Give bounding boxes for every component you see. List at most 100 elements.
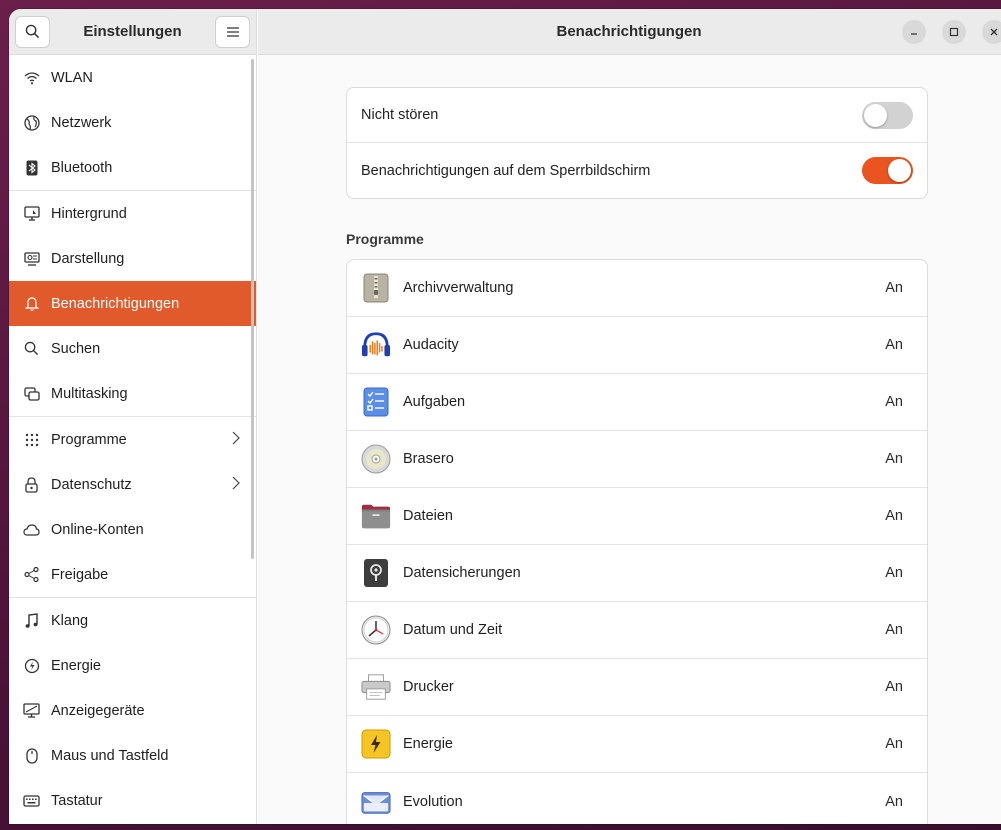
wifi-icon (23, 69, 40, 86)
hamburger-icon (226, 26, 239, 37)
app-status: An (885, 793, 903, 810)
app-name: Archivverwaltung (403, 280, 514, 296)
bell-icon (23, 295, 40, 312)
lock-screen-notifications-toggle[interactable] (862, 157, 913, 184)
sidebar-item-programme[interactable]: Programme (9, 417, 256, 462)
app-status: An (885, 736, 903, 752)
maximize-button[interactable] (942, 20, 966, 44)
sidebar-item-suchen[interactable]: Suchen (9, 326, 256, 371)
search-icon (23, 340, 40, 357)
do-not-disturb-row[interactable]: Nicht stören (347, 88, 927, 143)
app-row-audacity[interactable]: Audacity An (347, 317, 927, 374)
sidebar-list: WLAN Netzwerk Bluetooth Hintergrund Dars… (9, 55, 256, 823)
sidebar: Einstellungen WLAN Netzwerk Bluetooth Hi… (9, 9, 257, 824)
sidebar-item-label: Netzwerk (51, 114, 112, 131)
sidebar-item-tastatur[interactable]: Tastatur (9, 778, 256, 823)
sidebar-item-label: Datenschutz (51, 476, 132, 493)
section-title-programme: Programme (346, 231, 424, 247)
app-name: Energie (403, 736, 453, 752)
app-notifications-list: Archivverwaltung An Audacity An Aufgaben… (346, 259, 928, 824)
music-note-icon (23, 612, 40, 629)
app-row-aufgaben[interactable]: Aufgaben An (347, 374, 927, 431)
app-row-energie[interactable]: Energie An (347, 716, 927, 773)
chevron-right-icon (232, 431, 240, 449)
notification-toggles-card: Nicht stören Benachrichtigungen auf dem … (346, 87, 928, 199)
page-title: Benachrichtigungen (556, 23, 702, 40)
sidebar-item-online-konten[interactable]: Online-Konten (9, 507, 256, 552)
lock-screen-notifications-label: Benachrichtigungen auf dem Sperrbildschi… (361, 162, 651, 179)
sidebar-item-label: Online-Konten (51, 521, 144, 538)
app-row-evolution[interactable]: Evolution An (347, 773, 927, 824)
app-row-brasero[interactable]: Brasero An (347, 431, 927, 488)
mouse-icon (23, 747, 40, 764)
lock-icon (23, 476, 40, 493)
sidebar-item-anzeigegeraete[interactable]: Anzeigegeräte (9, 688, 256, 733)
do-not-disturb-toggle[interactable] (862, 102, 913, 129)
app-status: An (885, 394, 903, 410)
sidebar-header: Einstellungen (9, 9, 256, 55)
sidebar-item-benachrichtigungen[interactable]: Benachrichtigungen (9, 281, 256, 326)
energy-icon (361, 729, 391, 759)
display-icon (23, 702, 40, 719)
settings-window: Einstellungen WLAN Netzwerk Bluetooth Hi… (9, 9, 1001, 824)
sidebar-item-netzwerk[interactable]: Netzwerk (9, 100, 256, 145)
sidebar-item-label: Energie (51, 657, 101, 674)
files-icon (361, 501, 391, 531)
sidebar-scrollbar[interactable] (251, 59, 254, 559)
appearance-icon (23, 250, 40, 267)
app-row-archivverwaltung[interactable]: Archivverwaltung An (347, 260, 927, 317)
sidebar-item-label: Klang (51, 612, 89, 629)
sidebar-item-label: Programme (51, 431, 127, 448)
menu-button[interactable] (215, 15, 250, 48)
sidebar-item-maus-tastfeld[interactable]: Maus und Tastfeld (9, 733, 256, 778)
search-icon (25, 24, 40, 39)
power-icon (23, 657, 40, 674)
sidebar-item-klang[interactable]: Klang (9, 598, 256, 643)
sidebar-item-label: Tastatur (51, 792, 103, 809)
app-row-dateien[interactable]: Dateien An (347, 488, 927, 545)
search-button[interactable] (15, 15, 50, 48)
app-name: Datensicherungen (403, 565, 521, 581)
sidebar-item-datenschutz[interactable]: Datenschutz (9, 462, 256, 507)
sidebar-item-energie[interactable]: Energie (9, 643, 256, 688)
sidebar-item-label: Multitasking (51, 385, 128, 402)
app-row-datum-zeit[interactable]: Datum und Zeit An (347, 602, 927, 659)
keyboard-icon (23, 792, 40, 809)
sidebar-item-label: Maus und Tastfeld (51, 747, 169, 764)
sidebar-item-label: Freigabe (51, 566, 109, 583)
main-panel: Benachrichtigungen Nicht stören Benachri… (258, 9, 1001, 824)
sidebar-item-wlan[interactable]: WLAN (9, 55, 256, 100)
app-name: Dateien (403, 508, 453, 524)
app-name: Evolution (403, 793, 463, 810)
share-icon (23, 566, 40, 583)
app-row-datensicherungen[interactable]: Datensicherungen An (347, 545, 927, 602)
app-status: An (885, 280, 903, 296)
cloud-icon (23, 521, 40, 538)
app-status: An (885, 451, 903, 467)
sidebar-item-bluetooth[interactable]: Bluetooth (9, 145, 256, 190)
chevron-right-icon (232, 476, 240, 494)
app-status: An (885, 622, 903, 638)
do-not-disturb-label: Nicht stören (361, 107, 439, 123)
sidebar-item-label: Suchen (51, 340, 101, 357)
sidebar-item-hintergrund[interactable]: Hintergrund (9, 191, 256, 236)
app-status: An (885, 337, 903, 353)
sidebar-title: Einstellungen (83, 23, 182, 40)
app-status: An (885, 679, 903, 695)
sidebar-item-multitasking[interactable]: Multitasking (9, 371, 256, 416)
app-row-drucker[interactable]: Drucker An (347, 659, 927, 716)
close-button[interactable] (982, 20, 1001, 44)
sidebar-item-freigabe[interactable]: Freigabe (9, 552, 256, 597)
lock-screen-notifications-row[interactable]: Benachrichtigungen auf dem Sperrbildschi… (347, 143, 927, 198)
sidebar-item-label: Bluetooth (51, 159, 113, 176)
clock-icon (361, 615, 391, 645)
bluetooth-icon (23, 159, 40, 176)
sidebar-item-darstellung[interactable]: Darstellung (9, 236, 256, 281)
monitor-icon (23, 205, 40, 222)
minimize-icon (911, 33, 917, 35)
tasks-icon (361, 387, 391, 417)
maximize-icon (949, 27, 959, 37)
minimize-button[interactable] (902, 20, 926, 44)
audacity-icon (361, 330, 391, 360)
app-name: Drucker (403, 679, 454, 695)
